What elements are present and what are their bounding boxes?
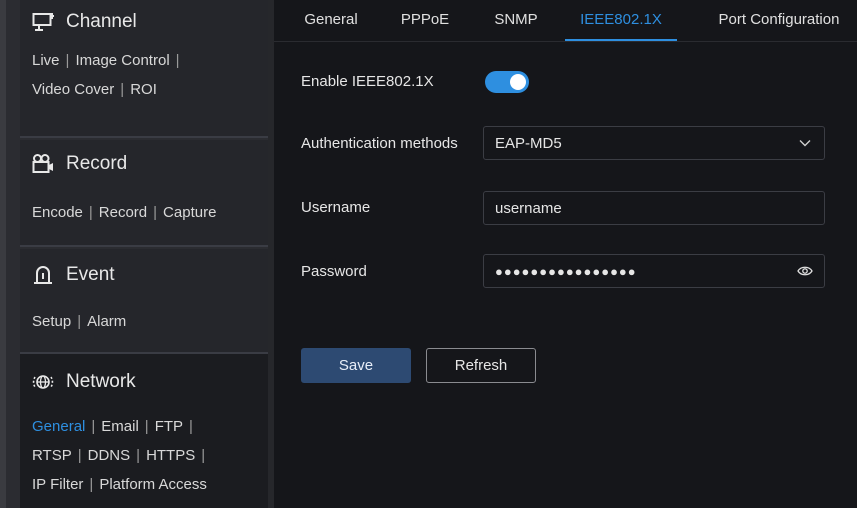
password-label: Password [301,263,367,280]
link-separator: | [89,476,94,493]
sidebar-link-ip-filter[interactable]: IP Filter [32,476,83,493]
sidebar-link-live[interactable]: Live [32,52,60,69]
toggle-knob [510,74,526,90]
username-input[interactable]: username [483,191,825,225]
sidebar-link-roi[interactable]: ROI [130,81,157,98]
sidebar-section-network: Network General | Email | FTP | RTSP | DDNS | HTT… [20,354,274,508]
sidebar-header-network[interactable]: Network [20,354,274,410]
link-separator: | [201,447,206,464]
sidebar-link-encode[interactable]: Encode [32,204,83,221]
sidebar-link-email[interactable]: Email [101,418,139,435]
network-globe-icon [32,371,54,393]
link-separator: | [144,418,149,435]
tab-pppoe[interactable]: PPPoE [392,0,458,41]
sidebar-link-general[interactable]: General [32,418,85,435]
sidebar-title-network: Network [66,371,136,392]
link-separator: | [136,447,141,464]
sidebar-section-event: Event Setup | Alarm [20,249,274,352]
link-separator: | [77,447,82,464]
sidebar-header-event[interactable]: Event [20,249,274,301]
link-separator: | [65,52,70,69]
tab-snmp[interactable]: SNMP [486,0,546,41]
link-separator: | [77,313,82,330]
link-separator: | [175,52,180,69]
sidebar-title-event: Event [66,264,115,285]
event-alarm-icon [32,264,54,286]
refresh-button[interactable]: Refresh [426,348,536,383]
link-separator: | [120,81,125,98]
link-separator: | [91,418,96,435]
authentication-methods-select[interactable]: EAP-MD5 [483,126,825,160]
tab-general[interactable]: General [296,0,366,41]
sidebar-link-ddns[interactable]: DDNS [88,447,131,464]
sidebar-divider [20,136,274,138]
sidebar-header-record[interactable]: Record [20,140,274,188]
eye-icon[interactable] [797,264,813,278]
sidebar-link-rtsp[interactable]: RTSP [32,447,72,464]
enable-ieee8021x-toggle[interactable] [485,71,529,93]
sidebar-link-capture[interactable]: Capture [163,204,216,221]
sidebar-section-record: Record Encode | Record | Capture [20,140,274,245]
password-input[interactable]: ●●●●●●●●●●●●●●●● [483,254,825,288]
tab-port-configuration[interactable]: Port Configuration [698,0,857,41]
password-value: ●●●●●●●●●●●●●●●● [495,263,637,279]
save-button[interactable]: Save [301,348,411,383]
sidebar-title-channel: Channel [66,11,137,32]
sidebar-link-ftp[interactable]: FTP [155,418,183,435]
link-separator: | [153,204,158,221]
sidebar: Channel Live | Image Control | Video Cover |… [0,0,274,508]
enable-ieee8021x-label: Enable IEEE802.1X [301,73,434,90]
authentication-methods-value: EAP-MD5 [495,134,562,152]
sidebar-link-https[interactable]: HTTPS [146,447,195,464]
link-separator: | [189,418,193,435]
channel-icon [32,11,54,33]
username-value: username [495,199,562,217]
sidebar-section-channel: Channel Live | Image Control | Video Cover |… [20,0,274,136]
chevron-down-icon [798,136,812,150]
username-label: Username [301,199,371,216]
link-separator: | [88,204,93,221]
sidebar-link-image-control[interactable]: Image Control [75,52,169,69]
main-panel: General PPPoE SNMP IEEE802.1X Port Confi… [268,0,857,508]
sidebar-link-alarm[interactable]: Alarm [87,313,126,330]
sidebar-link-record[interactable]: Record [99,204,147,221]
sidebar-header-channel[interactable]: Channel [20,0,274,44]
sidebar-link-video-cover[interactable]: Video Cover [32,81,114,98]
authentication-methods-label: Authentication methods [301,135,458,152]
tab-bar: General PPPoE SNMP IEEE802.1X Port Confi… [274,0,857,42]
record-camera-icon [32,153,54,175]
tab-ieee8021x[interactable]: IEEE802.1X [565,0,677,41]
sidebar-link-platform-access[interactable]: Platform Access [99,476,207,493]
sidebar-title-record: Record [66,153,128,174]
sidebar-link-setup[interactable]: Setup [32,313,71,330]
sidebar-divider [20,245,274,247]
